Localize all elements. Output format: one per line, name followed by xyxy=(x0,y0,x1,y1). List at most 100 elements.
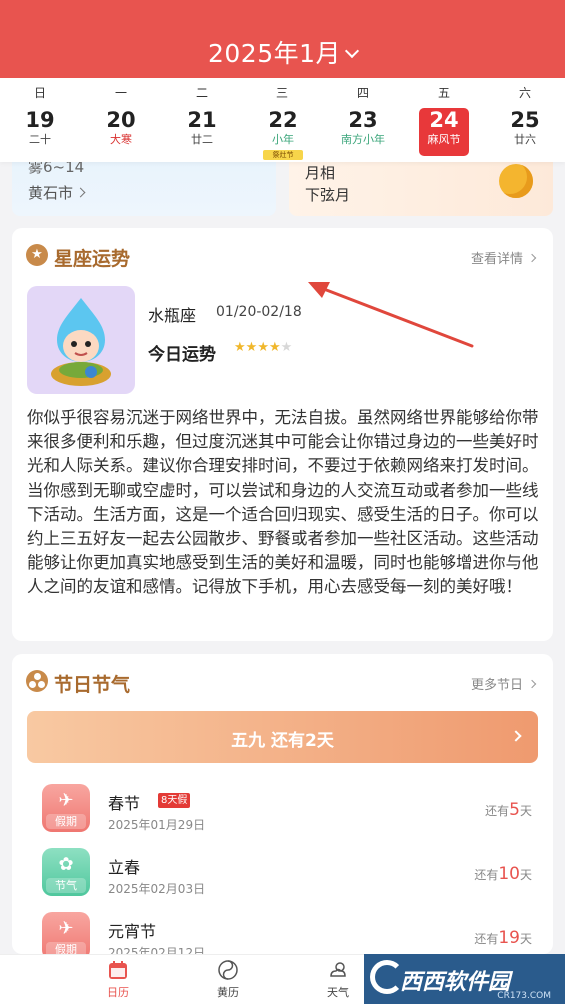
badge-label: 假期 xyxy=(46,942,86,954)
festival-date: 2025年02月03日 xyxy=(108,882,206,896)
star-icon: ★ xyxy=(257,340,269,355)
day-cell-today[interactable]: 24 麻风节 xyxy=(419,108,469,156)
festival-name: 元宵节 xyxy=(108,922,157,941)
day-cell[interactable]: 21 廿二 xyxy=(177,108,227,156)
zodiac-sign: 水瓶座 xyxy=(148,306,197,325)
festival-date: 2025年01月29日 xyxy=(108,818,206,832)
weekday-label: 二 xyxy=(195,86,208,100)
details-label: 查看详情 xyxy=(470,252,523,267)
weekday-label: 一 xyxy=(114,86,127,100)
chevron-right-icon xyxy=(527,679,537,689)
day-cell[interactable]: 23 南方小年 xyxy=(333,108,393,156)
weekday-row: 日 一 二 三 四 五 六 xyxy=(0,84,565,100)
festival-icon xyxy=(26,670,48,692)
day-lunar: 麻风节 xyxy=(427,133,461,146)
day-cell[interactable]: 22 小年 xyxy=(258,108,308,156)
nav-label: 黄历 xyxy=(217,986,239,999)
countdown: 还有19天 xyxy=(474,928,532,948)
solar-term-badge: ✿ 节气 xyxy=(42,848,90,896)
horoscope-title: 星座运势 xyxy=(54,248,131,270)
badge-label: 假期 xyxy=(46,814,86,829)
moon-icon xyxy=(499,164,533,198)
day-number: 20 xyxy=(106,108,136,132)
more-label: 更多节日 xyxy=(470,678,523,693)
app-header: 2025年1月 xyxy=(0,0,565,78)
city-name: 黄石市 xyxy=(28,184,74,202)
city-selector[interactable]: 黄石市 xyxy=(28,182,86,203)
weekday-label: 六 xyxy=(518,86,531,100)
festival-row[interactable]: ✈ 假期 春节 8天假 2025年01月29日 还有5天 xyxy=(42,784,532,840)
day-lunar: 大寒 xyxy=(110,133,132,146)
horoscope-text: 你似乎很容易沉迷于网络世界中，无法自拔。虽然网络世界能够给你带来很多便利和乐趣，… xyxy=(27,408,539,597)
plane-icon: ✈ xyxy=(58,918,74,939)
chevron-right-icon xyxy=(527,253,537,263)
watermark-brand: 西西软件园 xyxy=(400,970,511,995)
calendar-icon xyxy=(109,961,127,979)
weekday-label: 五 xyxy=(437,86,450,100)
day-lunar: 廿六 xyxy=(514,133,536,146)
chevron-right-icon xyxy=(75,187,86,198)
festival-name: 春节 xyxy=(108,794,141,813)
festivals-title: 节日节气 xyxy=(54,674,131,696)
nav-label: 日历 xyxy=(107,986,129,999)
solar-term-banner[interactable]: 五九 还有2天 xyxy=(27,711,538,763)
day-lunar: 小年 xyxy=(272,133,294,146)
weather-icon xyxy=(330,962,346,977)
star-icon: ★ xyxy=(268,340,281,355)
festival-name: 立春 xyxy=(108,858,141,877)
banner-text: 五九 还有2天 xyxy=(231,731,334,751)
day-number: 19 xyxy=(25,108,55,132)
watermark-logo-icon xyxy=(370,960,404,994)
day-cell[interactable]: 25 廿六 xyxy=(500,108,550,156)
countdown-prefix: 还有 xyxy=(474,932,499,946)
weekday-label: 三 xyxy=(275,86,288,100)
luck-rating: ★★★★★ xyxy=(234,340,292,355)
holiday-badge: ✈ 假期 xyxy=(42,784,90,832)
sprout-icon: ✿ xyxy=(58,854,74,875)
month-title: 2025年1月 xyxy=(207,39,342,68)
nav-calendar[interactable]: 日历 xyxy=(78,955,158,1004)
zodiac-date-range: 01/20-02/18 xyxy=(216,304,302,320)
countdown-prefix: 还有 xyxy=(474,868,499,882)
countdown-prefix: 还有 xyxy=(485,804,510,818)
day-number: 23 xyxy=(348,108,378,132)
star-icon: ★ xyxy=(234,340,246,355)
day-number: 21 xyxy=(187,108,217,132)
site-watermark: 西西软件园 CR173.COM xyxy=(364,954,565,1004)
festival-row[interactable]: ✈ 假期 元宵节 2025年02月12日 还有19天 xyxy=(42,912,532,954)
day-number: 25 xyxy=(510,108,540,132)
day-number: 22 xyxy=(268,108,298,132)
nav-almanac[interactable]: 黄历 xyxy=(188,955,268,1004)
countdown-days: 10 xyxy=(498,864,520,884)
day-cell[interactable]: 20 大寒 xyxy=(96,108,146,156)
star-icon: ★ xyxy=(245,340,258,355)
horoscope-details-link[interactable]: 查看详情 xyxy=(470,248,537,267)
today-luck-label: 今日运势 xyxy=(148,345,216,365)
star-icon: ★ xyxy=(280,340,293,355)
star-icon: ★ xyxy=(26,244,48,266)
countdown: 还有5天 xyxy=(485,800,532,820)
countdown-days: 5 xyxy=(509,800,520,820)
aquarius-mascot-image xyxy=(27,286,135,394)
festival-row[interactable]: ✿ 节气 立春 2025年02月03日 还有10天 xyxy=(42,848,532,904)
month-selector[interactable]: 2025年1月 xyxy=(0,34,565,70)
watermark-url: CR173.COM xyxy=(497,991,551,1001)
day-cell[interactable]: 19 二十 xyxy=(15,108,65,156)
festival-badge: 祭灶节 xyxy=(263,150,303,160)
holiday-badge: ✈ 假期 xyxy=(42,912,90,954)
weekday-label: 四 xyxy=(356,86,369,100)
annotation-arrow-icon xyxy=(308,282,474,348)
countdown-suffix: 天 xyxy=(519,804,532,818)
day-lunar: 廿二 xyxy=(191,133,213,146)
more-festivals-link[interactable]: 更多节日 xyxy=(470,674,537,693)
weekday-label: 日 xyxy=(33,86,46,100)
festivals-card: 节日节气 更多节日 五九 还有2天 ✈ 假期 春节 8天假 2025年01月29… xyxy=(12,654,553,954)
moon-phase: 下弦月 xyxy=(305,186,351,204)
badge-label: 节气 xyxy=(46,878,86,893)
countdown-suffix: 天 xyxy=(519,868,532,882)
countdown: 还有10天 xyxy=(474,864,532,884)
moon-label: 月相 xyxy=(305,164,336,182)
yin-yang-icon xyxy=(218,960,238,980)
chevron-down-icon xyxy=(344,43,360,59)
day-number: 24 xyxy=(429,108,459,132)
